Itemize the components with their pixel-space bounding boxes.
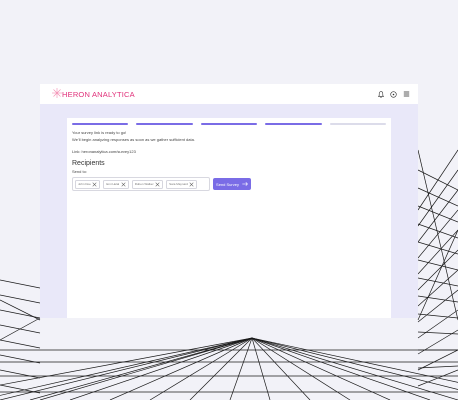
- remove-x-icon[interactable]: [189, 181, 194, 187]
- top-bar: HERON ANALYTICA: [40, 84, 418, 104]
- remove-x-icon[interactable]: [155, 181, 160, 187]
- progress-steps: [72, 123, 387, 125]
- progress-step: [329, 123, 387, 125]
- recipients-title: Recipients: [72, 160, 105, 167]
- help-icon[interactable]: [390, 90, 397, 98]
- send-survey-label: Send Survey: [216, 181, 239, 187]
- recipient-chip: Emi Helal: [103, 179, 129, 189]
- recipient-chip: Sara Maynard: [166, 179, 198, 189]
- progress-step: [72, 123, 129, 125]
- logo-mark-icon: [52, 87, 62, 98]
- survey-card: Your survey link is ready to go! We'll b…: [67, 118, 391, 318]
- recipient-chip-label: Sara Maynard: [169, 182, 188, 186]
- arrow-right-icon: [242, 182, 248, 186]
- bell-icon[interactable]: [377, 90, 384, 98]
- recipient-chip-label: Emi Helal: [106, 182, 120, 186]
- send-survey-button[interactable]: Send Survey: [213, 178, 251, 190]
- menu-icon[interactable]: [403, 91, 410, 98]
- progress-step: [136, 123, 193, 125]
- progress-step: [200, 123, 258, 125]
- brand-name: HERON ANALYTICA: [62, 89, 135, 99]
- app-window: HERON ANALYTICA Your survey link is read…: [40, 84, 418, 318]
- recipients-input[interactable]: John Doe Emi Helal Ruben Walker Sara May…: [72, 177, 210, 191]
- remove-x-icon[interactable]: [92, 181, 97, 187]
- brand-logo: HERON ANALYTICA: [52, 87, 135, 99]
- recipient-chip: John Doe: [75, 179, 101, 189]
- recipient-chip-label: Ruben Walker: [134, 182, 154, 186]
- survey-link-text[interactable]: Link: heronanalytica.com/survey123: [72, 149, 386, 154]
- recipient-chip: Ruben Walker: [131, 179, 164, 189]
- send-to-label: Send to:: [72, 169, 87, 174]
- progress-step: [265, 123, 322, 125]
- remove-x-icon[interactable]: [121, 181, 126, 187]
- recipient-chip-label: John Doe: [78, 182, 91, 186]
